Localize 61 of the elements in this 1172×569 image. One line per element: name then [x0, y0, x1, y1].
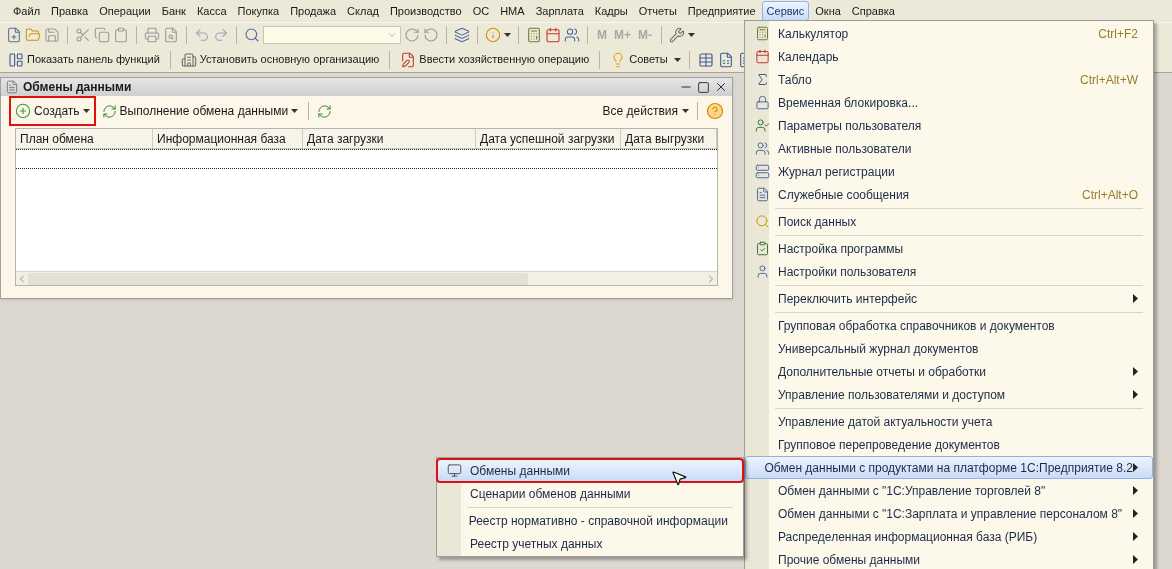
toolbar-button[interactable]: Показать панель функций — [6, 49, 162, 70]
menu-bar-item[interactable]: НМА — [495, 1, 530, 21]
menu-item[interactable]: Групповое перепроведение документов — [745, 433, 1153, 456]
menu-item[interactable]: Универсальный журнал документов — [745, 337, 1153, 360]
menu-bar-item[interactable]: Отчеты — [633, 1, 682, 21]
menu-bar-item[interactable]: Склад — [342, 1, 384, 21]
menu-item[interactable]: Поиск данных — [745, 210, 1153, 233]
menu-item[interactable]: Обмен данными с "1С:Зарплата и управление персоналом 8" — [745, 502, 1153, 525]
all-actions-button[interactable]: Все действия — [602, 102, 689, 120]
menu-item[interactable]: Дополнительные отчеты и обработки — [745, 360, 1153, 383]
menu-bar-item[interactable]: Сервис — [761, 1, 810, 21]
menu-item[interactable]: Активные пользователи — [745, 137, 1153, 160]
create-button[interactable]: Создать — [9, 96, 96, 126]
column-header[interactable]: Дата успешной загрузки — [476, 129, 621, 148]
menu-bar-item[interactable]: Предприятие — [682, 1, 761, 21]
toolbar-button[interactable]: Установить основную организацию — [178, 49, 382, 70]
menu-item[interactable]: Обмены данными — [437, 459, 743, 482]
menu-item[interactable]: Управление пользователями и доступом — [745, 383, 1153, 406]
menu-bar-item[interactable]: Касса — [191, 1, 232, 21]
menu-bar-item[interactable]: Справка — [846, 1, 900, 21]
toolbar-button[interactable]: Советы — [608, 49, 670, 70]
menu-item[interactable]: Сценарии обменов данными — [437, 482, 743, 505]
column-header[interactable]: Дата загрузки — [303, 129, 476, 148]
menu-item[interactable]: Параметры пользователя — [745, 114, 1153, 137]
menu-bar-item[interactable]: Операции — [94, 1, 156, 21]
menu-bar-item[interactable]: Правка — [46, 1, 94, 21]
shortcut-label: Ctrl+Alt+W — [1080, 71, 1138, 89]
menu-bar-item[interactable]: Покупка — [232, 1, 285, 21]
menu-item[interactable]: Обмен данными с продуктами на платформе 1С:Предприятие 8.2 — [745, 456, 1153, 479]
menu-item[interactable]: Калькулятор Ctrl+F2 — [745, 22, 1153, 45]
menu-bar-item[interactable]: Производство — [384, 1, 467, 21]
menu-item[interactable]: Реестр нормативно - справочной информации — [437, 509, 743, 532]
shortcut-label: Ctrl+Alt+O — [1082, 186, 1138, 204]
menu-item[interactable]: Табло Ctrl+Alt+W — [745, 68, 1153, 91]
menu-item[interactable]: Групповая обработка справочников и документов — [745, 314, 1153, 337]
menu-item[interactable]: Календарь — [745, 45, 1153, 68]
column-header[interactable]: План обмена — [16, 129, 153, 148]
menu-bar-item[interactable]: Банк — [156, 1, 191, 21]
menu-item[interactable]: Журнал регистрации — [745, 160, 1153, 183]
menu-bar-item[interactable]: Окна — [810, 1, 846, 21]
menu-item[interactable]: Настройка программы — [745, 237, 1153, 260]
menu-item[interactable]: Управление датой актуальности учета — [745, 410, 1153, 433]
menu-bar-item[interactable]: Зарплата — [530, 1, 589, 21]
menu-bar-item[interactable]: Файл — [8, 1, 46, 21]
menu-item[interactable]: Временная блокировка... — [745, 91, 1153, 114]
window-title: Обмены данными — [23, 79, 133, 96]
menu-item[interactable]: Прочие обмены данными — [745, 548, 1153, 569]
menu-bar-item[interactable]: Продажа — [285, 1, 342, 21]
column-header[interactable]: Информационная база — [153, 129, 303, 148]
menu-item[interactable]: Обмен данными с "1С:Управление торговлей 8" — [745, 479, 1153, 502]
exchange-button[interactable]: Выполнение обмена данными — [99, 102, 301, 120]
column-header[interactable]: Дата выгрузки — [621, 129, 717, 148]
shortcut-label: Ctrl+F2 — [1098, 25, 1138, 43]
menu-bar-item[interactable]: ОС — [467, 1, 495, 21]
menu-item[interactable]: Реестр учетных данных — [437, 532, 743, 555]
menu-bar-item[interactable]: Кадры — [589, 1, 633, 21]
toolbar-button[interactable]: Ввести хозяйственную операцию — [398, 49, 592, 70]
menu-item[interactable]: Распределенная информационная база (РИБ) — [745, 525, 1153, 548]
menu-item[interactable]: Настройки пользователя — [745, 260, 1153, 283]
menu-item[interactable]: Служебные сообщения Ctrl+Alt+O — [745, 183, 1153, 206]
menu-item[interactable]: Переключить интерфейс — [745, 287, 1153, 310]
